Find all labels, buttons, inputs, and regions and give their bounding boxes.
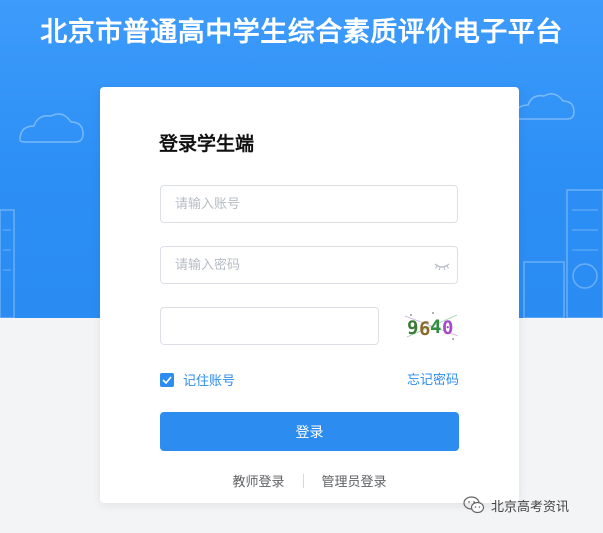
svg-text:9: 9 — [407, 317, 418, 339]
remember-account[interactable]: 记住账号 — [160, 370, 235, 389]
svg-text:6: 6 — [419, 318, 430, 340]
svg-text:0: 0 — [442, 317, 453, 339]
account-field-wrapper — [160, 185, 458, 223]
page-title: 北京市普通高中学生综合素质评价电子平台 — [40, 17, 563, 48]
eye-closed-icon[interactable] — [434, 260, 450, 272]
wechat-icon — [463, 496, 485, 514]
account-input[interactable] — [161, 186, 457, 222]
login-title: 登录学生端 — [159, 133, 255, 155]
remember-checkbox[interactable] — [160, 372, 174, 387]
login-button[interactable]: 登录 — [160, 412, 459, 451]
watermark-text: 北京高考资讯 — [491, 499, 570, 515]
svg-text:4: 4 — [430, 316, 441, 338]
captcha-image[interactable]: 9 6 4 0 — [403, 310, 461, 342]
divider — [302, 473, 304, 488]
password-input[interactable] — [161, 247, 457, 283]
remember-label: 记住账号 — [183, 374, 236, 389]
captcha-field-wrapper — [160, 307, 379, 345]
captcha-input[interactable] — [161, 308, 378, 344]
forgot-password-link[interactable]: 忘记密码 — [407, 369, 459, 388]
check-icon — [162, 375, 172, 384]
admin-login-link[interactable]: 管理员登录 — [322, 471, 387, 490]
password-field-wrapper — [160, 246, 458, 284]
teacher-login-link[interactable]: 教师登录 — [232, 471, 284, 490]
login-card: 登录学生端 9 6 4 0 记住账号 — [100, 87, 519, 503]
watermark: 北京高考资讯 — [463, 495, 569, 515]
alternate-login-links: 教师登录 管理员登录 — [100, 471, 519, 490]
